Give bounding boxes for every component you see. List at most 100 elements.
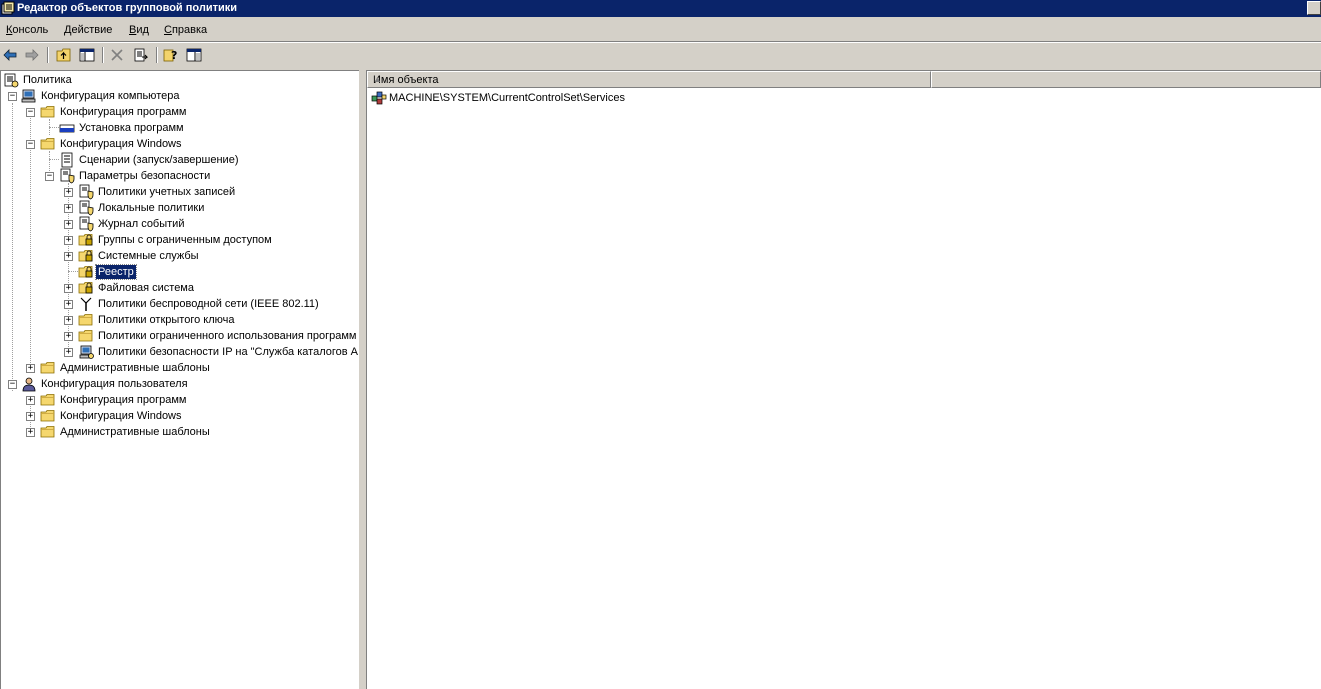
folder-icon (40, 392, 56, 408)
tree-node-uc-admin-templates[interactable]: Административные шаблоны (40, 424, 212, 440)
list-item[interactable]: MACHINE\SYSTEM\CurrentControlSet\Service… (371, 90, 625, 106)
expand-icon[interactable]: + (26, 396, 35, 405)
menu-bar: Консоль Действие Вид Справка (0, 20, 1321, 40)
tree-node-cc-windows[interactable]: Конфигурация Windows (40, 136, 184, 152)
details-pane[interactable]: Имя объекта ▲ MACHINE\SYSTEM\CurrentCont… (366, 70, 1321, 689)
back-arrow-icon (3, 49, 17, 61)
tree-node-uc-windows[interactable]: Конфигурация Windows (40, 408, 184, 424)
folder-icon (78, 328, 94, 344)
menu-view[interactable]: Вид (129, 24, 149, 36)
expand-icon[interactable]: + (64, 204, 73, 213)
tree-connector (49, 159, 59, 160)
tree-node-software-restriction[interactable]: Политики ограниченного использования про… (78, 328, 358, 344)
column-header-empty[interactable] (931, 71, 1321, 88)
expand-icon[interactable]: + (64, 316, 73, 325)
column-header-object-name[interactable]: Имя объекта ▲ (367, 71, 931, 88)
back-button[interactable] (1, 47, 19, 63)
locked-folder-icon (78, 248, 94, 264)
toolbar-separator (156, 47, 158, 63)
expand-icon[interactable]: + (64, 300, 73, 309)
tree-node-ip-security[interactable]: Политики безопасности IP на "Служба ката… (78, 344, 359, 360)
help-icon: ? (163, 49, 177, 62)
collapse-icon[interactable]: − (8, 380, 17, 389)
toolbar-separator (102, 47, 104, 63)
expand-icon[interactable]: + (26, 364, 35, 373)
computer-icon (21, 88, 37, 104)
tree-pane[interactable]: Политика − Конфигурация компьютера − Кон… (0, 70, 359, 689)
show-hide-tree-icon (79, 48, 95, 62)
delete-icon (111, 49, 123, 61)
tree-node-scripts[interactable]: Сценарии (запуск/завершение) (59, 152, 240, 168)
delete-button[interactable] (108, 47, 126, 63)
tree-node-uc-programs[interactable]: Конфигурация программ (40, 392, 188, 408)
security-settings-icon (78, 216, 94, 232)
expand-icon[interactable]: + (26, 428, 35, 437)
export-list-button[interactable] (132, 47, 150, 63)
help-button[interactable]: ? (162, 47, 180, 63)
security-settings-icon (78, 200, 94, 216)
locked-folder-icon (78, 280, 94, 296)
sort-ascending-icon: ▲ (373, 74, 382, 84)
user-icon (21, 376, 37, 392)
tree-node-local-policies[interactable]: Локальные политики (78, 200, 206, 216)
toolbar: ? (0, 43, 1321, 67)
toolbar-separator (47, 47, 49, 63)
pane-splitter[interactable] (359, 70, 366, 689)
tree-node-file-system[interactable]: Файловая система (78, 280, 196, 296)
tree-node-software-install[interactable]: Установка программ (59, 120, 186, 136)
policy-app-icon (1, 1, 15, 15)
tree-connector (30, 111, 31, 367)
tree-node-computer-config[interactable]: Конфигурация компьютера (21, 88, 181, 104)
menu-console[interactable]: Консоль (6, 24, 48, 36)
folder-icon (40, 104, 56, 120)
tree-node-cc-programs[interactable]: Конфигурация программ (40, 104, 188, 120)
collapse-icon[interactable]: − (8, 92, 17, 101)
up-button[interactable] (55, 47, 73, 63)
tree-node-event-log[interactable]: Журнал событий (78, 216, 186, 232)
collapse-icon[interactable]: − (26, 108, 35, 117)
tree-connector (49, 127, 59, 128)
security-settings-icon (78, 184, 94, 200)
menu-action[interactable]: Действие (64, 24, 112, 36)
tree-node-public-key-policies[interactable]: Политики открытого ключа (78, 312, 236, 328)
tree-node-security-settings[interactable]: Параметры безопасности (59, 168, 212, 184)
show-hide-tree-button[interactable] (78, 47, 96, 63)
properties-icon (186, 48, 202, 62)
window-title: Редактор объектов групповой политики (17, 2, 238, 14)
tree-node-registry[interactable]: Реестр (78, 264, 137, 280)
expand-icon[interactable]: + (64, 348, 73, 357)
title-bar: Редактор объектов групповой политики (0, 0, 1321, 17)
expand-icon[interactable]: + (64, 188, 73, 197)
expand-icon[interactable]: + (64, 236, 73, 245)
svg-text:?: ? (171, 49, 177, 62)
forward-button[interactable] (23, 47, 41, 63)
locked-folder-icon (78, 232, 94, 248)
tree-node-restricted-groups[interactable]: Группы с ограниченным доступом (78, 232, 274, 248)
expand-icon[interactable]: + (64, 284, 73, 293)
collapse-icon[interactable]: − (45, 172, 54, 181)
properties-button[interactable] (185, 47, 203, 63)
menu-help[interactable]: Справка (164, 24, 207, 36)
security-settings-icon (59, 168, 75, 184)
tree-node-wireless-policies[interactable]: Политики беспроводной сети (IEEE 802.11) (78, 296, 321, 312)
tree-node-account-policies[interactable]: Политики учетных записей (78, 184, 237, 200)
tree-node-system-services[interactable]: Системные службы (78, 248, 201, 264)
forward-arrow-icon (25, 49, 39, 61)
folder-icon (78, 312, 94, 328)
tree-node-policy[interactable]: Политика (3, 72, 74, 88)
expand-icon[interactable]: + (64, 220, 73, 229)
software-install-icon (59, 120, 75, 136)
expand-icon[interactable]: + (64, 252, 73, 261)
expand-icon[interactable]: + (26, 412, 35, 421)
folder-icon (40, 360, 56, 376)
tree-node-cc-admin-templates[interactable]: Административные шаблоны (40, 360, 212, 376)
up-folder-icon (56, 48, 71, 62)
tree-node-user-config[interactable]: Конфигурация пользователя (21, 376, 190, 392)
folder-icon (40, 424, 56, 440)
collapse-icon[interactable]: − (26, 140, 35, 149)
folder-icon (40, 408, 56, 424)
expand-icon[interactable]: + (64, 332, 73, 341)
minimize-button[interactable] (1307, 1, 1321, 15)
tree-connector (12, 103, 13, 391)
locked-folder-icon (78, 264, 94, 280)
